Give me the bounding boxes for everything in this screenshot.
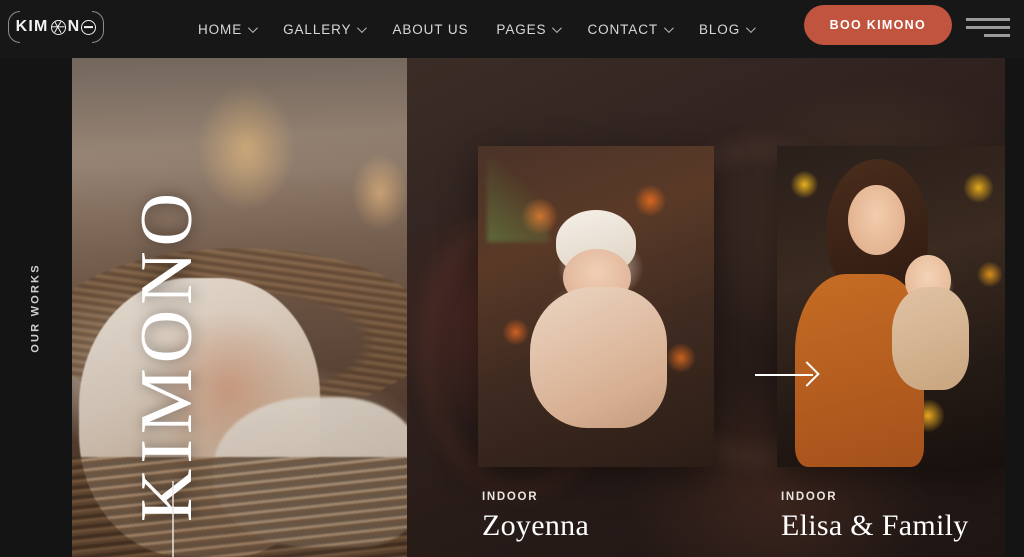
chevron-down-icon bbox=[357, 22, 368, 33]
nav-item-gallery[interactable]: GALLERY bbox=[269, 0, 378, 58]
section-label-text: OUR WORKS bbox=[30, 262, 42, 353]
section-label: OUR WORKS bbox=[16, 58, 56, 557]
work-thumbnail bbox=[777, 146, 1005, 467]
work-title: Zoyenna bbox=[482, 509, 590, 542]
main-navigation: HOME GALLERY ABOUT US PAGES CONTACT BLOG bbox=[184, 0, 767, 58]
nav-item-home[interactable]: HOME bbox=[184, 0, 269, 58]
work-category: INDOOR bbox=[482, 491, 539, 503]
camera-aperture-icon bbox=[50, 19, 66, 35]
hero-divider-line bbox=[172, 481, 174, 557]
nav-item-about-us[interactable]: ABOUT US bbox=[378, 0, 482, 58]
work-card-elisa-family[interactable]: INDOOR Elisa & Family bbox=[777, 146, 1005, 557]
site-header: KIM N HOME GALLERY ABOUT US PAGES CONTAC… bbox=[0, 0, 1024, 58]
boo-kimono-button[interactable]: BOO KIMONO bbox=[803, 5, 952, 45]
arrow-right-icon[interactable] bbox=[755, 358, 820, 392]
hamburger-menu-icon[interactable] bbox=[966, 18, 1010, 40]
chevron-down-icon bbox=[552, 22, 563, 33]
site-logo[interactable]: KIM N bbox=[8, 9, 104, 45]
logo-text-before: KIM bbox=[15, 18, 49, 35]
hero-overlay bbox=[72, 58, 407, 557]
chevron-down-icon bbox=[746, 22, 756, 33]
theta-glyph-icon bbox=[81, 19, 97, 35]
nav-label: ABOUT US bbox=[392, 21, 469, 37]
logo-text: KIM N bbox=[16, 18, 97, 36]
work-card-zoyenna[interactable]: INDOOR Zoyenna bbox=[478, 146, 718, 557]
chevron-down-icon bbox=[663, 22, 674, 33]
hero-slide[interactable] bbox=[72, 58, 407, 557]
logo-text-after: N bbox=[67, 18, 81, 35]
chevron-down-icon bbox=[248, 22, 258, 33]
nav-label: HOME bbox=[198, 21, 243, 37]
work-category: INDOOR bbox=[781, 491, 838, 503]
work-thumbnail bbox=[478, 146, 714, 467]
works-panel: INDOOR Zoyenna INDOOR Elisa & Family bbox=[407, 58, 1005, 557]
nav-label: GALLERY bbox=[283, 21, 352, 37]
nav-item-contact[interactable]: CONTACT bbox=[573, 0, 685, 58]
nav-label: CONTACT bbox=[587, 21, 658, 37]
nav-item-pages[interactable]: PAGES bbox=[482, 0, 573, 58]
nav-label: BLOG bbox=[699, 21, 741, 37]
nav-label: PAGES bbox=[496, 21, 547, 37]
nav-item-blog[interactable]: BLOG bbox=[685, 0, 767, 58]
works-showcase: OUR WORKS KIMONO INDOOR Zoyenna INDOOR E… bbox=[0, 58, 1024, 557]
work-title: Elisa & Family bbox=[781, 509, 969, 542]
